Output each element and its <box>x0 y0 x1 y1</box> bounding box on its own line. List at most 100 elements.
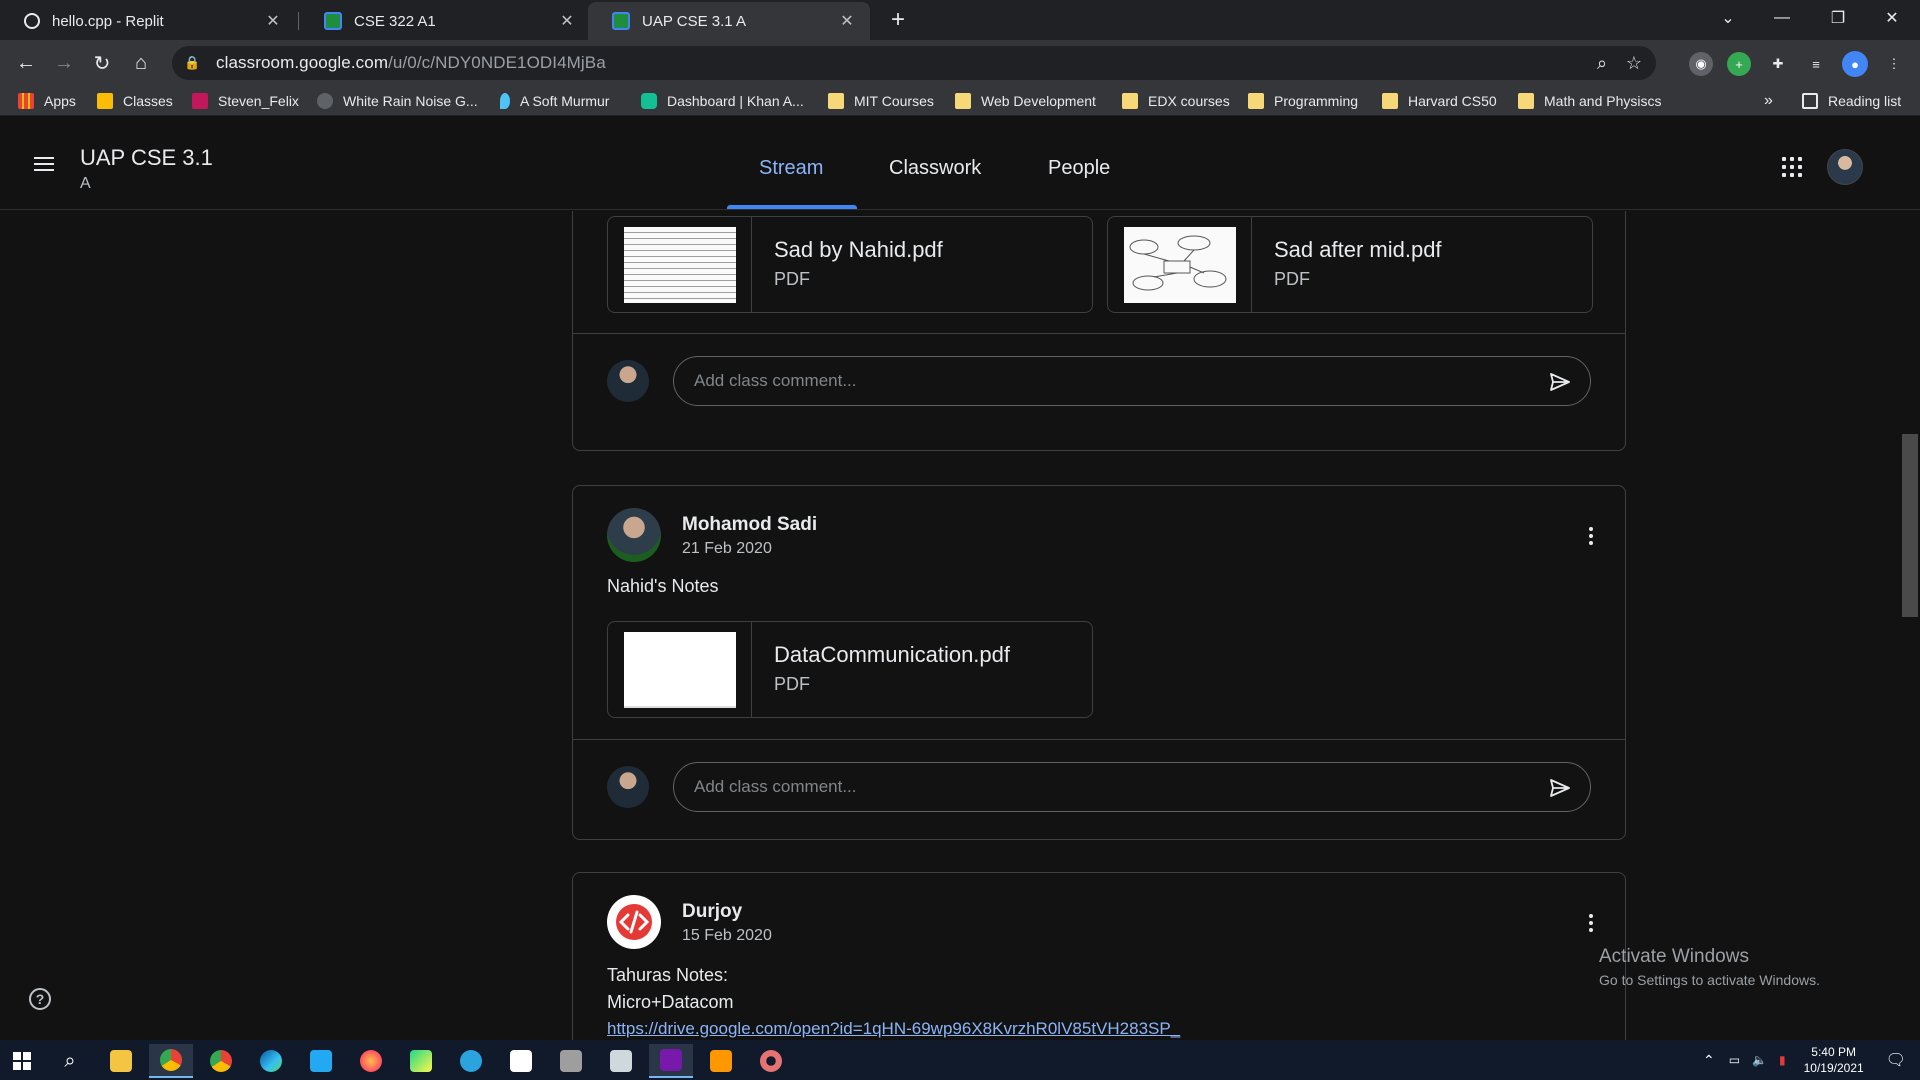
help-icon[interactable]: ? <box>29 988 51 1010</box>
lock-icon: 🔒 <box>184 55 201 70</box>
tab-search-icon[interactable]: ⌄ <box>1700 0 1756 36</box>
card-divider <box>573 739 1625 740</box>
puzzle-icon[interactable]: ✚ <box>1766 52 1790 76</box>
search-icon[interactable]: ⌕ <box>48 1044 92 1078</box>
bookmark-soft-murmur[interactable]: A Soft Murmur <box>500 91 609 111</box>
notion-icon[interactable] <box>499 1044 543 1078</box>
chrome-profile-taskbar-icon[interactable] <box>199 1044 243 1078</box>
onenote-icon[interactable] <box>649 1044 693 1078</box>
tab-divider <box>298 12 299 30</box>
reading-list-button[interactable]: Reading list <box>1802 91 1901 111</box>
minimize-icon[interactable]: — <box>1754 0 1810 36</box>
post-link[interactable]: https://drive.google.com/open?id=1qHN-69… <box>607 1019 1180 1039</box>
restore-icon[interactable]: ❐ <box>1810 0 1866 36</box>
tab-title: hello.cpp - Replit <box>52 12 164 30</box>
browser-tab-cse322[interactable]: CSE 322 A1 ✕ <box>300 2 590 40</box>
pycharm-icon[interactable] <box>399 1044 443 1078</box>
attachment-card[interactable]: Sad by Nahid.pdf PDF <box>607 216 1093 313</box>
comment-input[interactable] <box>694 369 1514 393</box>
browser-tab-uap[interactable]: UAP CSE 3.1 A ✕ <box>588 2 870 40</box>
bookmarks-overflow-button[interactable]: » <box>1764 91 1773 111</box>
class-title[interactable]: UAP CSE 3.1 <box>80 145 213 171</box>
start-icon[interactable] <box>0 1044 44 1078</box>
send-icon[interactable] <box>1548 370 1572 394</box>
chevron-up-icon[interactable]: ⌃ <box>1703 1052 1715 1069</box>
back-icon[interactable]: ← <box>10 47 42 79</box>
post-author: Durjoy <box>682 901 743 922</box>
attachment-name: Sad by Nahid.pdf <box>774 237 943 262</box>
chrome-menu-icon[interactable]: ⋮ <box>1882 52 1906 76</box>
classroom-icon <box>97 93 113 109</box>
bookmark-cs50[interactable]: Harvard CS50 <box>1382 91 1497 111</box>
system-tray: ⌃ ▭ 🔈 ▮ 5:40 PM 10/19/2021 🗨 <box>1695 1040 1920 1080</box>
file-explorer-icon[interactable] <box>99 1044 143 1078</box>
post-options-icon[interactable] <box>1579 524 1603 548</box>
attachment-card[interactable]: Sad after mid.pdf PDF <box>1107 216 1593 313</box>
bookmark-khan[interactable]: Dashboard | Khan A... <box>641 91 804 111</box>
account-avatar[interactable] <box>1827 149 1863 185</box>
telegram-icon[interactable] <box>449 1044 493 1078</box>
volume-icon[interactable]: 🔈 <box>1752 1053 1767 1067</box>
vscode-icon[interactable] <box>299 1044 343 1078</box>
url-text: classroom.google.com/u/0/c/NDY0NDE1ODI4M… <box>216 53 606 73</box>
zoom-icon[interactable]: ⌕ <box>1590 51 1614 75</box>
close-tab-icon[interactable]: ✕ <box>558 12 576 30</box>
bookmark-star-icon[interactable]: ☆ <box>1622 51 1646 75</box>
bookmark-edx[interactable]: EDX courses <box>1122 91 1230 111</box>
class-comment-field[interactable] <box>673 762 1591 812</box>
clock[interactable]: 5:40 PM 10/19/2021 <box>1804 1044 1864 1076</box>
sublime-icon[interactable] <box>699 1044 743 1078</box>
firefox-icon[interactable] <box>349 1044 393 1078</box>
bookmark-web-dev[interactable]: Web Development <box>955 91 1096 111</box>
profile-icon[interactable]: ● <box>1842 51 1868 77</box>
class-section: A <box>80 175 91 192</box>
forward-icon[interactable]: → <box>48 47 80 79</box>
post-options-icon[interactable] <box>1579 911 1603 935</box>
settings-gear-icon[interactable] <box>749 1044 793 1078</box>
bookmark-programming[interactable]: Programming <box>1248 91 1358 111</box>
watermark-title: Activate Windows <box>1599 946 1749 967</box>
media-queue-icon[interactable]: ≡ <box>1804 52 1828 76</box>
app-icon[interactable] <box>549 1044 593 1078</box>
main-menu-icon[interactable] <box>28 153 60 177</box>
clock-time: 5:40 PM <box>1811 1045 1856 1059</box>
chrome-taskbar-icon[interactable] <box>149 1044 193 1078</box>
post-date: 21 Feb 2020 <box>682 540 772 557</box>
send-icon[interactable] <box>1548 776 1572 800</box>
tab-stream[interactable]: Stream <box>759 157 823 180</box>
close-tab-icon[interactable]: ✕ <box>264 12 282 30</box>
calculator-icon[interactable] <box>599 1044 643 1078</box>
classroom-icon <box>612 12 630 30</box>
commenter-avatar <box>607 360 649 402</box>
page-scrollbar[interactable] <box>1902 434 1918 617</box>
home-icon[interactable]: ⌂ <box>125 47 157 79</box>
reading-list-icon <box>1802 93 1818 109</box>
url-path: /u/0/c/NDY0NDE1ODI4MjBa <box>388 53 606 72</box>
attachment-card[interactable]: DataCommunication.pdf PDF <box>607 621 1093 718</box>
bookmark-white-rain[interactable]: White Rain Noise G... <box>317 91 478 111</box>
bookmark-steven-felix[interactable]: Steven_Felix <box>192 91 299 111</box>
google-apps-icon[interactable] <box>1780 155 1804 179</box>
edge-icon[interactable] <box>249 1044 293 1078</box>
tab-title: UAP CSE 3.1 A <box>642 12 746 30</box>
battery-icon[interactable]: ▮ <box>1779 1053 1786 1067</box>
class-comment-field[interactable] <box>673 356 1591 406</box>
new-tab-icon[interactable]: + <box>884 6 912 34</box>
extension-icon[interactable]: ◉ <box>1689 52 1713 76</box>
bookmark-mit[interactable]: MIT Courses <box>828 91 934 111</box>
browser-tab-replit[interactable]: hello.cpp - Replit ✕ <box>0 2 296 40</box>
close-window-icon[interactable]: ✕ <box>1864 0 1920 36</box>
comment-input[interactable] <box>694 775 1514 799</box>
folder-icon <box>955 93 971 109</box>
address-bar[interactable]: 🔒 classroom.google.com/u/0/c/NDY0NDE1ODI… <box>172 46 1656 80</box>
tab-classwork[interactable]: Classwork <box>889 157 981 180</box>
bookmark-apps[interactable]: Apps <box>18 91 76 111</box>
extension-plus-icon[interactable]: + <box>1727 52 1751 76</box>
reload-icon[interactable]: ↻ <box>86 47 118 79</box>
tab-people[interactable]: People <box>1048 157 1110 180</box>
network-icon[interactable]: ▭ <box>1729 1053 1740 1067</box>
notifications-icon[interactable]: 🗨 <box>1886 1050 1906 1070</box>
close-tab-icon[interactable]: ✕ <box>838 12 856 30</box>
bookmark-classes[interactable]: Classes <box>97 91 173 111</box>
bookmark-math-physics[interactable]: Math and Physiscs <box>1518 91 1662 111</box>
